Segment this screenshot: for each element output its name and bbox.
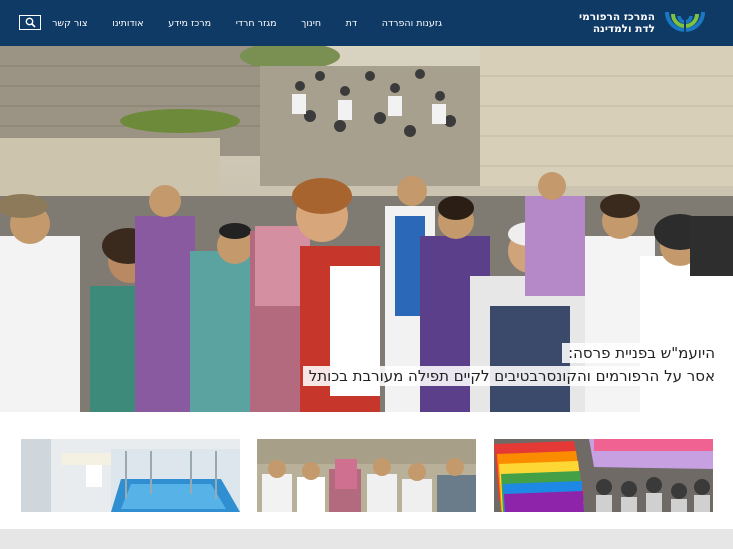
thumbnail-image — [494, 439, 713, 512]
nav-contact[interactable]: צור קשר — [52, 18, 87, 29]
search-icon — [25, 17, 36, 28]
logo-text: המרכז הרפורמי לדת ולמדינה — [579, 11, 655, 35]
hero-banner[interactable]: היועמ"ש בפניית פרסה: אסר על הרפורמים והק… — [0, 46, 733, 412]
nav-about[interactable]: אודותינו — [112, 18, 143, 29]
site-header: המרכז הרפורמי לדת ולמדינה גזענות והפרדה … — [0, 0, 733, 46]
thumbnail-women-of-the-wall[interactable] — [257, 439, 476, 512]
nav-racism-segregation[interactable]: גזענות והפרדה — [382, 18, 442, 29]
nav-religion[interactable]: דת — [346, 18, 357, 29]
nav-haredi-sector[interactable]: מגזר חרדי — [236, 18, 277, 29]
logo-line-2: לדת ולמדינה — [592, 23, 655, 35]
main-nav: גזענות והפרדה דת חינוך מגזר חרדי מרכז מי… — [52, 0, 442, 46]
thumbnail-image — [21, 439, 240, 512]
site-logo[interactable]: המרכז הרפורמי לדת ולמדינה — [579, 6, 707, 40]
thumbnail-mikveh[interactable] — [21, 439, 240, 512]
footer-strip — [0, 529, 733, 549]
hero-caption[interactable]: היועמ"ש בפניית פרסה: אסר על הרפורמים והק… — [302, 343, 721, 389]
logo-icon — [665, 8, 705, 36]
hero-caption-line-1: היועמ"ש בפניית פרסה: — [562, 343, 721, 363]
featured-thumbnails — [0, 439, 733, 512]
nav-info-center[interactable]: מרכז מידע — [168, 18, 211, 29]
hero-caption-line-2: אסר על הרפורמים והקונסרבטיבים לקיים תפיל… — [302, 366, 721, 386]
thumbnail-pride-flags[interactable] — [494, 439, 713, 512]
logo-line-1: המרכז הרפורמי — [579, 11, 655, 23]
search-button[interactable] — [19, 15, 41, 30]
thumbnail-image — [257, 439, 476, 512]
nav-education[interactable]: חינוך — [301, 18, 321, 29]
